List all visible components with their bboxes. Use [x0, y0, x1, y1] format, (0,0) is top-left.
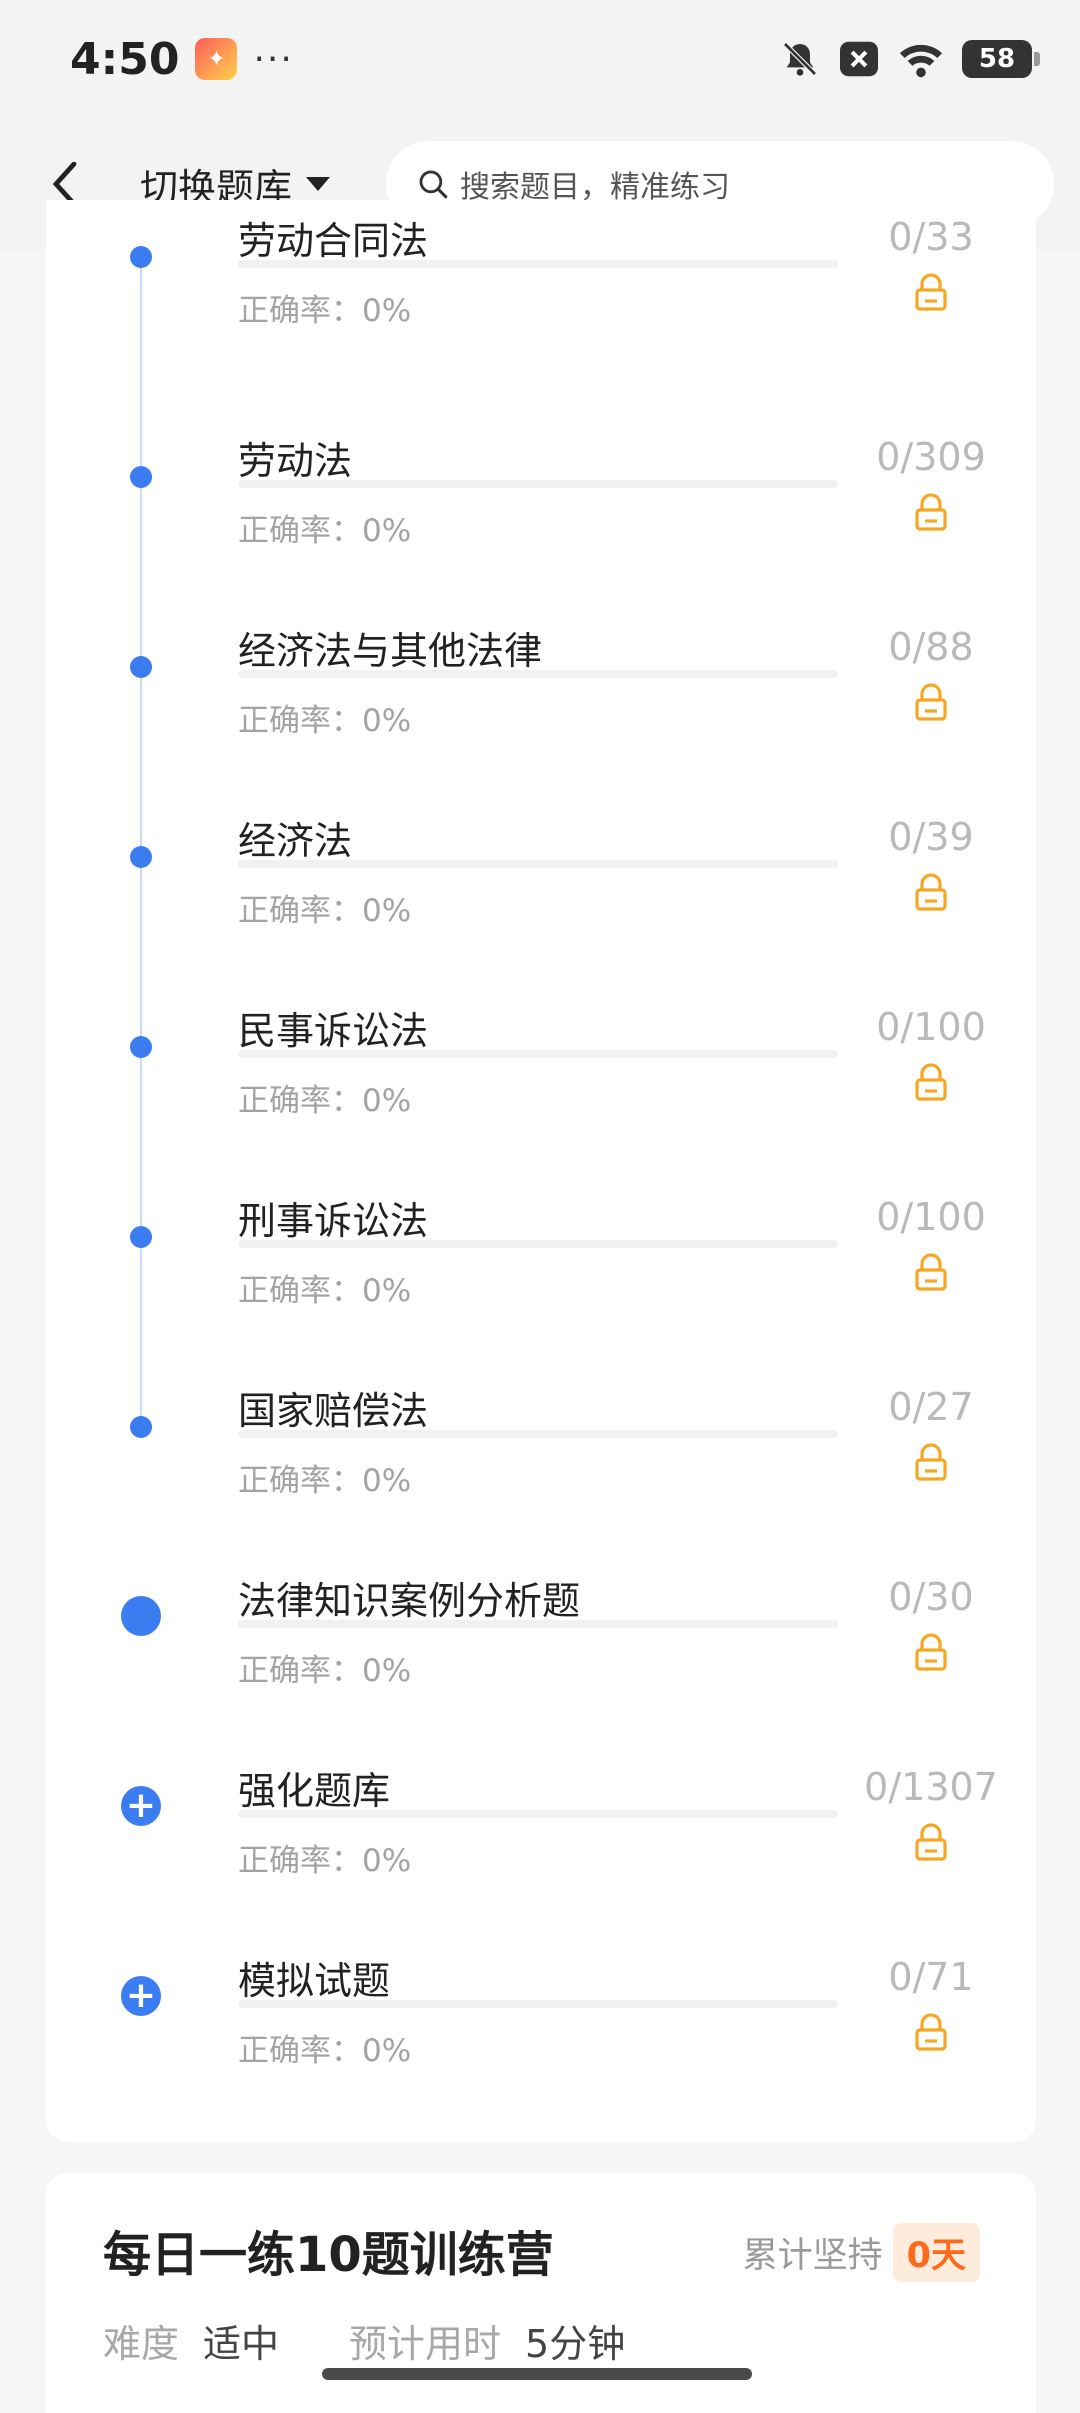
chapter-item[interactable]: 刑事诉讼法正确率：0% 0/100 [46, 1190, 1036, 1380]
chapter-title: 法律知识案例分析题 [238, 1579, 581, 1623]
chapter-count: 0/27 [888, 1385, 974, 1429]
chapter-progress-bar [238, 1050, 838, 1058]
chapter-item[interactable]: 民事诉讼法正确率：0% 0/100 [46, 1000, 1036, 1190]
home-indicator[interactable] [322, 2368, 752, 2380]
camp-title: 每日一练10题训练营 [103, 2227, 554, 2283]
timeline-dot-icon [130, 1416, 152, 1438]
lock-icon [915, 493, 947, 531]
streak-badge: 0天 [892, 2223, 980, 2282]
chapter-progress-bar [238, 1430, 838, 1438]
chapter-item[interactable]: + 模拟试题正确率：0% 0/71 [46, 1950, 1036, 2140]
timeline-dot-large-icon [121, 1596, 161, 1636]
lock-icon [915, 873, 947, 911]
chapter-item[interactable]: 法律知识案例分析题正确率：0% 0/30 [46, 1570, 1036, 1760]
chapter-count: 0/33 [888, 215, 974, 259]
timeline-dot-icon [130, 1036, 152, 1058]
difficulty-value: 适中 [203, 2322, 280, 2366]
chapter-item[interactable]: 经济法与其他法律正确率：0% 0/88 [46, 620, 1036, 810]
chapter-accuracy: 正确率：0% [238, 513, 412, 549]
lock-icon [915, 1443, 947, 1481]
chapter-title: 民事诉讼法 [238, 1009, 429, 1053]
app-notification-icon: ✦ [195, 38, 238, 80]
chapter-progress-bar [238, 860, 838, 868]
chapter-accuracy: 正确率：0% [238, 1653, 412, 1689]
chapter-count: 0/1307 [864, 1765, 998, 1809]
more-notifications-icon: ··· [253, 38, 294, 80]
chapter-progress-bar [238, 2000, 838, 2008]
expand-plus-icon[interactable]: + [121, 1786, 161, 1826]
chapter-count: 0/100 [876, 1195, 986, 1239]
chapter-accuracy: 正确率：0% [238, 1083, 412, 1119]
camp-meta: 难度 适中 预计用时 5分钟 [103, 2313, 625, 2368]
timeline-dot-icon [130, 1226, 152, 1248]
chapter-count: 0/100 [876, 1005, 986, 1049]
chapter-item[interactable]: 劳动合同法正确率：0% 0/33 [46, 210, 1036, 400]
chapter-title: 经济法 [238, 819, 353, 863]
lock-icon [915, 1063, 947, 1101]
chapter-accuracy: 正确率：0% [238, 1843, 412, 1879]
chapter-count: 0/309 [876, 435, 986, 479]
streak-label: 累计坚持 [742, 2236, 883, 2276]
chapter-count: 0/88 [888, 625, 974, 669]
lock-icon [915, 683, 947, 721]
chapter-progress-bar [238, 1620, 838, 1628]
chapter-progress-bar [238, 670, 838, 678]
chapter-title: 劳动合同法 [238, 219, 429, 263]
status-bar: 4:50 ✦ ··· 58 [0, 0, 1080, 118]
chapter-accuracy: 正确率：0% [238, 703, 412, 739]
chapter-count: 0/39 [888, 815, 974, 859]
estimated-time-label: 预计用时 [349, 2322, 502, 2366]
lock-icon [915, 2013, 947, 2051]
chapter-title: 模拟试题 [238, 1959, 391, 2003]
lock-icon [915, 1823, 947, 1861]
timeline-dot-icon [130, 466, 152, 488]
chapter-title: 经济法与其他法律 [238, 629, 543, 673]
chapter-progress-bar [238, 260, 838, 268]
chapter-item[interactable]: 经济法正确率：0% 0/39 [46, 810, 1036, 1000]
caret-down-icon [306, 177, 331, 191]
status-time: 4:50 [70, 33, 180, 85]
lock-icon [915, 1253, 947, 1291]
chapter-title: 刑事诉讼法 [238, 1199, 429, 1243]
wifi-icon [899, 44, 943, 78]
chapter-accuracy: 正确率：0% [238, 893, 412, 929]
chapter-item[interactable]: 国家赔偿法正确率：0% 0/27 [46, 1380, 1036, 1570]
chapter-accuracy: 正确率：0% [238, 1463, 412, 1499]
chapter-list-card: 劳动合同法 正确率：0% 0/33 劳动法 正确率：0% 0/309 经济法与其他法律 正确率… [46, 200, 1036, 2142]
data-off-icon [840, 41, 878, 77]
streak-info: 累计坚持 0天 [743, 2223, 980, 2282]
expand-plus-icon[interactable]: + [121, 1976, 161, 2016]
chapter-progress-bar [238, 480, 838, 488]
chapter-item[interactable]: 劳动法正确率：0% 0/309 [46, 430, 1036, 620]
search-icon [419, 170, 448, 199]
status-right: 58 [780, 39, 1040, 79]
timeline-dot-icon [130, 656, 152, 678]
bell-off-icon [783, 42, 817, 76]
chapter-title: 强化题库 [238, 1769, 391, 1813]
chapter-count: 0/30 [888, 1575, 974, 1619]
chapter-accuracy: 正确率：0% [238, 293, 412, 329]
difficulty-label: 难度 [103, 2322, 180, 2366]
chapter-title: 国家赔偿法 [238, 1389, 429, 1433]
chapter-count: 0/71 [888, 1955, 974, 1999]
timeline-dot-icon [130, 246, 152, 268]
lock-icon [915, 1633, 947, 1671]
timeline-dot-icon [130, 846, 152, 868]
chapter-progress-bar [238, 1240, 838, 1248]
chapter-accuracy: 正确率：0% [238, 1273, 412, 1309]
battery-icon: 58 [962, 40, 1040, 78]
estimated-time-value: 5分钟 [525, 2322, 626, 2366]
chapter-progress-bar [238, 1810, 838, 1818]
lock-icon [915, 273, 947, 311]
chapter-accuracy: 正确率：0% [238, 2033, 412, 2069]
status-left: 4:50 ✦ ··· [70, 34, 294, 85]
chapter-title: 劳动法 [238, 439, 353, 483]
chapter-item[interactable]: + 强化题库正确率：0% 0/1307 [46, 1760, 1036, 1950]
